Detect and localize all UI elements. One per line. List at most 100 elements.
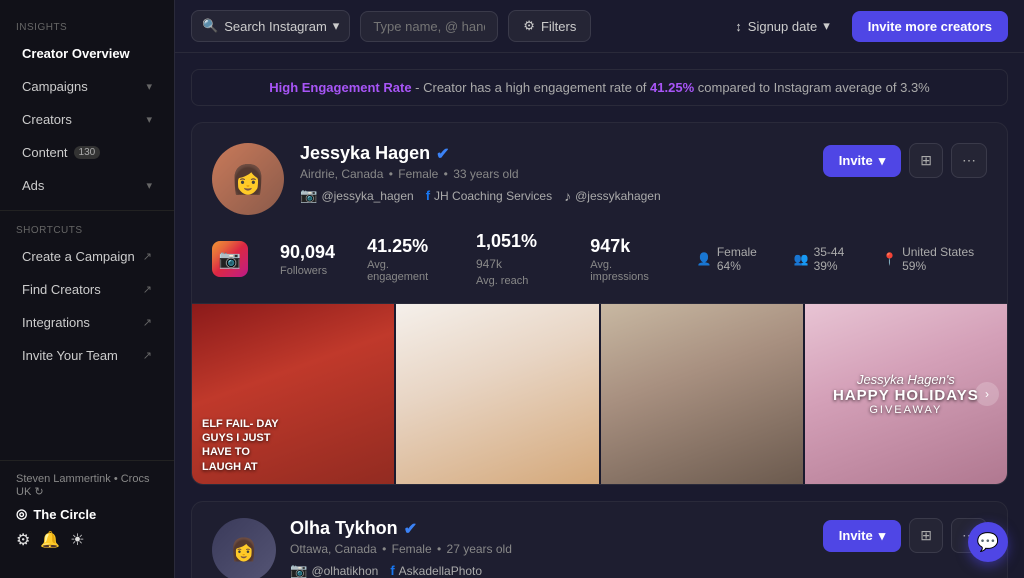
audience-stats-jessyka: 👤 Female 64% 👥 35-44 39% 📍 United States…	[697, 245, 987, 273]
chat-fab-button[interactable]: 💬	[968, 522, 1008, 562]
stat-reach-sub: 947k	[476, 257, 502, 271]
verified-badge-jessyka: ✔	[436, 144, 449, 164]
post-image-2[interactable]	[394, 304, 598, 484]
sidebar-item-invite-team[interactable]: Invite Your Team ↗	[6, 340, 168, 371]
creator-meta-jessyka: Airdrie, Canada • Female • 33 years old	[300, 167, 807, 181]
sidebar-item-label: Create a Campaign	[22, 249, 135, 264]
stat-impressions: 947k Avg. impressions	[590, 236, 665, 283]
invite-olha-button[interactable]: Invite ▾	[823, 520, 902, 552]
sidebar-item-creators[interactable]: Creators ▾	[6, 104, 168, 135]
creator-actions-jessyka: Invite ▾ ⊞ ⋯	[823, 143, 987, 178]
search-icon: 🔍	[202, 18, 218, 34]
external-icon: ↗	[143, 349, 152, 362]
insights-section-label: Insights	[0, 16, 174, 37]
sidebar-item-label: Creator Overview	[22, 46, 130, 61]
instagram-stat-icon: 📷	[212, 241, 248, 277]
chevron-down-icon: ▾	[879, 528, 886, 544]
stat-engagement-value: 41.25%	[367, 236, 444, 257]
creator-actions-olha: Invite ▾ ⊞ ⋯	[823, 518, 987, 553]
engagement-rate: 41.25%	[650, 80, 694, 95]
chevron-down-icon: ▾	[146, 113, 152, 126]
sun-icon[interactable]: ☀	[70, 530, 84, 550]
avatar-jessyka: 👩	[212, 143, 284, 215]
image-grid-jessyka: elf fail- dayGUYS I JUSTHAVE TOLAUGH AT …	[192, 304, 1007, 484]
creator-socials-jessyka: 📷 @jessyka_hagen f JH Coaching Services …	[300, 187, 807, 204]
sidebar-item-create-campaign[interactable]: Create a Campaign ↗	[6, 241, 168, 272]
audience-age: 👥 35-44 39%	[794, 245, 863, 273]
creator-stats-jessyka: 📷 90,094 Followers 41.25% Avg. engagemen…	[192, 231, 1007, 304]
stat-reach: 1,051% 947k Avg. reach	[476, 231, 558, 287]
age-icon: 👥	[794, 252, 809, 266]
instagram-icon: 📷	[290, 562, 307, 578]
sidebar-divider	[0, 210, 174, 211]
sidebar-item-label: Content	[22, 145, 68, 160]
sidebar-item-label: Ads	[22, 178, 44, 193]
more-options-button[interactable]: ⋯	[951, 143, 987, 178]
stat-followers: 90,094 Followers	[280, 242, 335, 277]
tiktok-link[interactable]: ♪ @jessykahagen	[564, 188, 661, 204]
sidebar-item-find-creators[interactable]: Find Creators ↗	[6, 274, 168, 305]
sidebar-item-label: Find Creators	[22, 282, 101, 297]
content-badge: 130	[74, 146, 101, 159]
shortcuts-section-label: Shortcuts	[0, 219, 174, 240]
sidebar-item-content[interactable]: Content 130	[6, 137, 168, 168]
instagram-link[interactable]: 📷 @jessyka_hagen	[300, 187, 414, 204]
stat-followers-value: 90,094	[280, 242, 335, 263]
sidebar-user-name: Steven Lammertink • Crocs UK ↻	[16, 473, 158, 498]
instagram-link-olha[interactable]: 📷 @olhatikhon	[290, 562, 378, 578]
creator-header-olha: 👩 Olha Tykhon ✔ Ottawa, Canada • Female …	[212, 518, 987, 578]
creator-card-jessyka: 👩 Jessyka Hagen ✔ Airdrie, Canada • Fema…	[191, 122, 1008, 485]
sidebar-item-creator-overview[interactable]: Creator Overview	[6, 38, 168, 69]
chevron-down-icon: ▾	[146, 80, 152, 93]
sidebar-item-label: Invite Your Team	[22, 348, 118, 363]
platform-selector[interactable]: 🔍 Search Instagram ▾	[191, 10, 350, 42]
sidebar-item-integrations[interactable]: Integrations ↗	[6, 307, 168, 338]
instagram-icon: 📷	[300, 187, 317, 204]
sidebar-item-campaigns[interactable]: Campaigns ▾	[6, 71, 168, 102]
tiktok-icon: ♪	[564, 188, 571, 204]
creator-info-jessyka: Jessyka Hagen ✔ Airdrie, Canada • Female…	[300, 143, 807, 204]
search-input[interactable]	[373, 19, 485, 34]
creator-card-olha: 👩 Olha Tykhon ✔ Ottawa, Canada • Female …	[191, 501, 1008, 578]
sidebar-item-label: Integrations	[22, 315, 90, 330]
image-next-arrow[interactable]: ›	[975, 382, 999, 406]
post-caption-1: elf fail- dayGUYS I JUSTHAVE TOLAUGH AT	[202, 417, 279, 474]
filters-button[interactable]: ⚙ Filters	[508, 10, 591, 42]
invite-more-creators-button[interactable]: Invite more creators	[852, 11, 1008, 42]
post-image-4[interactable]: Jessyka Hagen's HAPPY HOLIDAYS GIVEAWAY …	[803, 304, 1007, 484]
external-icon: ↗	[143, 250, 152, 263]
chevron-down-icon: ▾	[146, 179, 152, 192]
stat-reach-value: 1,051% 947k	[476, 231, 558, 273]
facebook-link-olha[interactable]: f AskadellaPhoto	[390, 563, 482, 578]
audience-location: 📍 United States 59%	[882, 245, 987, 273]
sidebar-bottom-icons: ⚙ 🔔 ☀	[16, 530, 158, 550]
post-image-1[interactable]: elf fail- dayGUYS I JUSTHAVE TOLAUGH AT	[192, 304, 394, 484]
creator-name-olha: Olha Tykhon ✔	[290, 518, 809, 539]
sidebar-item-ads[interactable]: Ads ▾	[6, 170, 168, 201]
creator-header-jessyka: 👩 Jessyka Hagen ✔ Airdrie, Canada • Fema…	[192, 123, 1007, 231]
creator-name-jessyka: Jessyka Hagen ✔	[300, 143, 807, 164]
external-icon: ↗	[143, 316, 152, 329]
chevron-down-icon: ▾	[823, 18, 830, 34]
brand-logo: ◎	[16, 506, 27, 522]
filter-icon: ⚙	[523, 18, 535, 34]
sidebar-item-label: Creators	[22, 112, 72, 127]
sort-icon: ↕	[735, 19, 742, 34]
post-image-3[interactable]	[599, 304, 803, 484]
sort-button[interactable]: ↕ Signup date ▾	[723, 11, 841, 41]
facebook-icon: f	[426, 188, 430, 203]
bell-icon[interactable]: 🔔	[40, 530, 60, 550]
facebook-icon: f	[390, 563, 394, 578]
chevron-down-icon: ▾	[879, 153, 886, 169]
content-area: High Engagement Rate - Creator has a hig…	[175, 53, 1024, 578]
engagement-highlight: High Engagement Rate	[269, 80, 411, 95]
creator-info-olha: Olha Tykhon ✔ Ottawa, Canada • Female • …	[290, 518, 809, 578]
sidebar: Insights Creator Overview Campaigns ▾ Cr…	[0, 0, 175, 578]
settings-icon[interactable]: ⚙	[16, 530, 30, 550]
audience-gender: 👤 Female 64%	[697, 245, 774, 273]
location-icon: 📍	[882, 252, 897, 266]
invite-jessyka-button[interactable]: Invite ▾	[823, 145, 902, 177]
facebook-link[interactable]: f JH Coaching Services	[426, 188, 552, 203]
grid-view-button[interactable]: ⊞	[909, 143, 943, 178]
grid-view-button-olha[interactable]: ⊞	[909, 518, 943, 553]
